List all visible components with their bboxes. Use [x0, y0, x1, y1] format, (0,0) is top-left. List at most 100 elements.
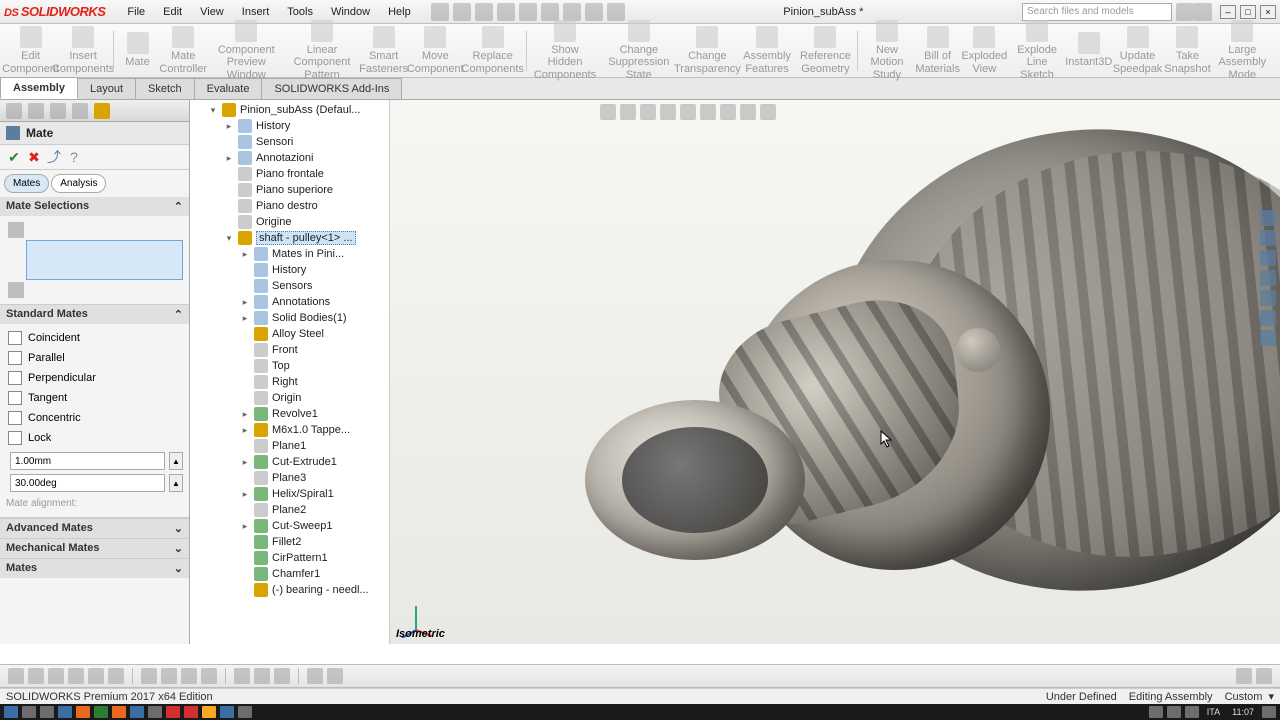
pm-tab-active-icon[interactable]: [94, 103, 110, 119]
app3-icon[interactable]: [238, 706, 252, 718]
menu-file[interactable]: File: [119, 3, 153, 21]
tree-item[interactable]: ▸Cut-Extrude1: [194, 454, 389, 470]
tree-item[interactable]: CirPattern1: [194, 550, 389, 566]
tree-item[interactable]: ▸Solid Bodies(1): [194, 310, 389, 326]
volume-icon[interactable]: [1185, 706, 1199, 718]
pm-tab-config-icon[interactable]: [50, 103, 66, 119]
mate-selection-box[interactable]: [26, 240, 183, 280]
rebuild-icon[interactable]: [607, 3, 625, 21]
mail-icon[interactable]: [148, 706, 162, 718]
save-icon[interactable]: [497, 3, 515, 21]
entity1-icon[interactable]: [8, 222, 24, 238]
pm-tab-display-icon[interactable]: [72, 103, 88, 119]
tree-item[interactable]: Piano frontale: [194, 166, 389, 182]
help-icon[interactable]: [1194, 3, 1212, 21]
sw-icon[interactable]: [166, 706, 180, 718]
redo-icon[interactable]: [563, 3, 581, 21]
sk-line-icon[interactable]: [8, 668, 24, 684]
taskpane-forum-icon[interactable]: [1260, 330, 1276, 346]
taskview-icon[interactable]: [40, 706, 54, 718]
taskpane-explorer-icon[interactable]: [1260, 250, 1276, 266]
tree-item[interactable]: ▸History: [194, 118, 389, 134]
tree-item[interactable]: ▸Mates in Pini...: [194, 246, 389, 262]
minimize-button[interactable]: –: [1220, 5, 1236, 19]
print-icon[interactable]: [519, 3, 537, 21]
settings-icon[interactable]: [585, 3, 603, 21]
sk-rel-icon[interactable]: [327, 668, 343, 684]
sk-chamfer-icon[interactable]: [161, 668, 177, 684]
tab-sketch[interactable]: Sketch: [135, 78, 195, 99]
pushpin-icon[interactable]: ⤴: [46, 149, 62, 165]
tree-item[interactable]: Piano superiore: [194, 182, 389, 198]
entity2-icon[interactable]: [8, 282, 24, 298]
pm-tab-feature-icon[interactable]: [6, 103, 22, 119]
open-icon[interactable]: [475, 3, 493, 21]
cmd-bom[interactable]: Bill of Materials: [914, 24, 961, 76]
tree-item[interactable]: Top: [194, 358, 389, 374]
cmd-insert-components[interactable]: Insert Components: [55, 24, 111, 76]
cmd-reference-geometry[interactable]: Reference Geometry: [795, 24, 855, 76]
sect-standard-mates[interactable]: Standard Mates⌃: [0, 305, 189, 324]
tree-item[interactable]: Sensors: [194, 278, 389, 294]
cmd-explode-line[interactable]: Explode Line Sketch: [1007, 18, 1066, 82]
tab-evaluate[interactable]: Evaluate: [194, 78, 263, 99]
edge-icon[interactable]: [130, 706, 144, 718]
mate-coincident[interactable]: Coincident: [6, 328, 183, 348]
sk-arc-icon[interactable]: [68, 668, 84, 684]
undo-icon[interactable]: [541, 3, 559, 21]
help-pin-icon[interactable]: ?: [66, 149, 82, 165]
taskpane-resources-icon[interactable]: [1260, 210, 1276, 226]
sk-offset-icon[interactable]: [274, 668, 290, 684]
sect-mechanical-mates[interactable]: Mechanical Mates⌄: [0, 538, 189, 558]
cmd-move-component[interactable]: Move Component: [409, 24, 462, 76]
sk-rect-icon[interactable]: [28, 668, 44, 684]
cmd-snapshot[interactable]: Take Snapshot: [1164, 24, 1210, 76]
cmd-linear-pattern[interactable]: Linear Component Pattern: [286, 18, 359, 82]
cortana-icon[interactable]: [22, 706, 36, 718]
chevron-down-icon[interactable]: ▾: [1268, 690, 1274, 703]
cmd-suppression-state[interactable]: Change Suppression State: [602, 18, 676, 82]
cmd-exploded-view[interactable]: Exploded View: [961, 24, 1007, 76]
maximize-button[interactable]: □: [1240, 5, 1256, 19]
feature-tree[interactable]: ▾Pinion_subAss (Defaul... ▸History Senso…: [190, 100, 390, 644]
tree-item[interactable]: History: [194, 262, 389, 278]
taskpane-custom-props-icon[interactable]: [1260, 310, 1276, 326]
sk-spline-icon[interactable]: [88, 668, 104, 684]
tab-layout[interactable]: Layout: [77, 78, 136, 99]
explorer-icon[interactable]: [58, 706, 72, 718]
tree-item[interactable]: ▸Cut-Sweep1: [194, 518, 389, 534]
spin-up[interactable]: ▲: [169, 474, 183, 492]
cmd-replace-components[interactable]: Replace Components: [462, 24, 524, 76]
word-icon[interactable]: [220, 706, 234, 718]
cmd-instant3d[interactable]: Instant3D: [1067, 30, 1111, 70]
app-icon[interactable]: [94, 706, 108, 718]
menu-help[interactable]: Help: [380, 3, 419, 21]
sect-mates-list[interactable]: Mates⌄: [0, 558, 189, 578]
sk-extend-icon[interactable]: [201, 668, 217, 684]
pm-tab-property-icon[interactable]: [28, 103, 44, 119]
close-button[interactable]: ×: [1260, 5, 1276, 19]
angle-input[interactable]: [10, 474, 165, 492]
cancel-button[interactable]: ✖: [26, 149, 42, 165]
menu-edit[interactable]: Edit: [155, 3, 190, 21]
new-icon[interactable]: [453, 3, 471, 21]
spin-up[interactable]: ▲: [169, 452, 183, 470]
tray-icon[interactable]: [1149, 706, 1163, 718]
tree-item[interactable]: Origin: [194, 390, 389, 406]
tree-item[interactable]: Fillet2: [194, 534, 389, 550]
tree-item[interactable]: Plane3: [194, 470, 389, 486]
search-icon[interactable]: [1176, 3, 1194, 21]
subtab-mates[interactable]: Mates: [4, 174, 49, 193]
pin-icon[interactable]: [431, 3, 449, 21]
tree-item[interactable]: (-) bearing - needl...: [194, 582, 389, 598]
clock[interactable]: 11:07: [1232, 707, 1254, 717]
tab-addins[interactable]: SOLIDWORKS Add-Ins: [261, 78, 402, 99]
fullscreen-icon[interactable]: [1256, 668, 1272, 684]
tree-item[interactable]: Sensori: [194, 134, 389, 150]
app2-icon[interactable]: [202, 706, 216, 718]
sk-pattern-icon[interactable]: [254, 668, 270, 684]
tree-item[interactable]: Plane1: [194, 438, 389, 454]
store-icon[interactable]: [76, 706, 90, 718]
taskpane-appearances-icon[interactable]: [1260, 290, 1276, 306]
cmd-transparency[interactable]: Change Transparency: [676, 24, 739, 76]
